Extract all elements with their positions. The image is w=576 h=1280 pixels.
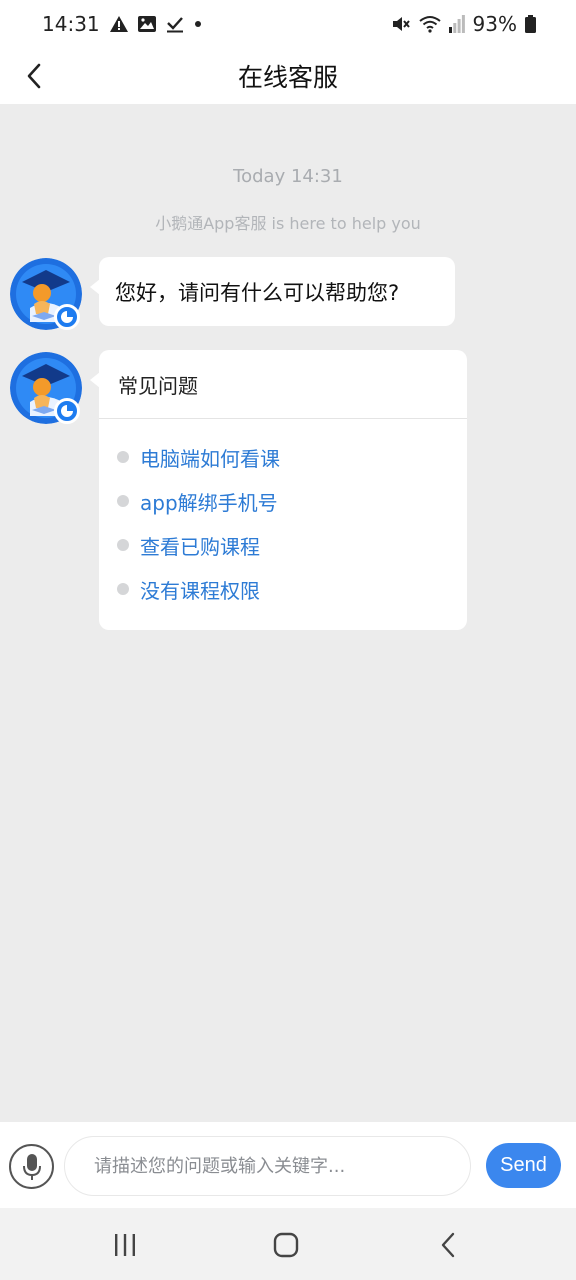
page-title: 在线客服: [237, 63, 338, 92]
faq-list: 电脑端如何看课 app解绑手机号 查看已购课程 没有课程权限: [99, 419, 467, 611]
home-icon: [273, 1232, 299, 1258]
back-button[interactable]: [14, 56, 54, 96]
recent-apps-button[interactable]: [103, 1226, 147, 1264]
warning-icon: [109, 16, 128, 32]
send-button[interactable]: Send: [486, 1143, 561, 1188]
recent-apps-icon: [115, 1234, 135, 1256]
system-nav-bar: [0, 1208, 576, 1280]
chevron-left-icon: [27, 63, 41, 89]
microphone-icon: [22, 1153, 41, 1180]
message-bubble: 您好，请问有什么可以帮助您?: [90, 257, 455, 326]
system-message: 小鹅通App客服 is here to help you: [155, 214, 421, 233]
input-bar: Send: [0, 1122, 576, 1208]
app-bar: 在线客服: [0, 48, 576, 104]
message-text: 您好，请问有什么可以帮助您?: [115, 280, 400, 305]
faq-item-label[interactable]: app解绑手机号: [140, 487, 278, 516]
faq-item-label[interactable]: 没有课程权限: [140, 575, 260, 604]
check-icon: [166, 15, 184, 33]
nav-back-button[interactable]: [426, 1226, 470, 1264]
dot-icon: [194, 20, 202, 28]
wifi-icon: [418, 15, 441, 33]
agent-badge-icon: [54, 398, 80, 424]
bullet-dot-icon: [117, 495, 129, 507]
signal-icon: [448, 15, 465, 33]
faq-item-label[interactable]: 查看已购课程: [140, 531, 260, 560]
message-input[interactable]: [64, 1136, 471, 1196]
faq-title: 常见问题: [99, 350, 467, 419]
faq-card: 常见问题 电脑端如何看课 app解绑手机号 查看已购课程 没有课程权限: [90, 350, 467, 630]
bullet-dot-icon: [117, 583, 129, 595]
battery-percent: 93%: [472, 12, 517, 36]
bullet-dot-icon: [117, 539, 129, 551]
faq-item[interactable]: 电脑端如何看课: [99, 435, 467, 479]
bullet-dot-icon: [117, 451, 129, 463]
image-icon: [137, 16, 156, 32]
chat-area[interactable]: Today 14:31 小鹅通App客服 is here to help you…: [0, 104, 576, 1122]
voice-input-button[interactable]: [9, 1144, 54, 1189]
faq-item[interactable]: app解绑手机号: [99, 479, 467, 523]
status-bar: 14:31 93%: [0, 0, 576, 48]
chat-timestamp: Today 14:31: [233, 166, 343, 187]
faq-item[interactable]: 查看已购课程: [99, 523, 467, 567]
home-button[interactable]: [264, 1226, 308, 1264]
status-time: 14:31: [42, 12, 100, 36]
back-icon: [441, 1232, 455, 1258]
mute-icon: [391, 15, 411, 33]
faq-item[interactable]: 没有课程权限: [99, 567, 467, 611]
battery-icon: [525, 15, 536, 33]
faq-item-label[interactable]: 电脑端如何看课: [140, 443, 280, 472]
agent-badge-icon: [54, 304, 80, 330]
